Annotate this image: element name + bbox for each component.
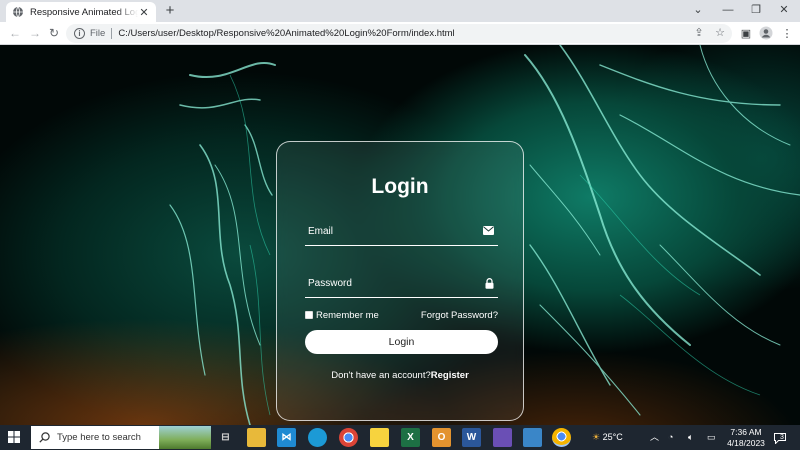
search-icon — [39, 432, 50, 443]
info-icon[interactable]: i — [74, 28, 85, 39]
remember-row: Remember me Forgot Password? — [305, 308, 498, 322]
notification-icon[interactable]: 3 — [774, 431, 788, 445]
excel-icon[interactable]: X — [401, 428, 420, 447]
network-icon[interactable]: ◔ — [668, 425, 673, 450]
forgot-password-link[interactable]: Forgot Password? — [421, 310, 498, 321]
register-prompt-text: Don't have an account? — [331, 370, 431, 381]
chrome-active-icon[interactable] — [552, 428, 571, 447]
clock-date: 4/18/2023 — [727, 437, 765, 448]
task-view-icon[interactable]: ⊟ — [216, 428, 235, 447]
email-input[interactable] — [305, 218, 475, 244]
login-title: Login — [371, 175, 429, 198]
browser-tab[interactable]: Responsive Animated Login Form ✕ — [6, 2, 156, 22]
checkbox-box[interactable] — [305, 311, 313, 319]
weather-widget[interactable]: ☀ 25°C — [592, 425, 640, 450]
password-field[interactable] — [305, 270, 498, 298]
outlook-icon[interactable]: O — [432, 428, 451, 447]
chrome-icon[interactable] — [339, 428, 358, 447]
weather-temp: 25°C — [602, 432, 623, 442]
login-button[interactable]: Login — [305, 330, 498, 354]
url-separator — [111, 28, 113, 39]
taskbar: Type here to search ⊟ ⋈ X O W ☀ 25°C ︿ ◔… — [0, 425, 800, 450]
address-bar[interactable]: i File C:/Users/user/Desktop/Responsive%… — [66, 24, 732, 43]
taskbar-search-box[interactable]: Type here to search — [31, 426, 211, 449]
photos-icon[interactable] — [523, 428, 542, 447]
lock-icon — [485, 278, 494, 289]
system-clock[interactable]: 7:36 AM 4/18/2023 — [722, 427, 770, 448]
register-link[interactable]: Register — [431, 370, 469, 381]
register-prompt: Don't have an account?Register — [277, 370, 523, 381]
bookmark-star-icon[interactable]: ☆ — [711, 24, 729, 43]
volume-icon[interactable]: 🔈︎ — [688, 425, 693, 450]
profile-avatar-icon[interactable] — [758, 26, 774, 42]
battery-icon[interactable]: ▭ — [707, 425, 716, 450]
page-background: Login Remember me Forgot Password? Login — [0, 45, 800, 425]
back-icon[interactable]: ← — [6, 25, 24, 42]
sticky-notes-icon[interactable] — [370, 428, 389, 447]
search-placeholder: Type here to search — [57, 432, 141, 443]
password-input[interactable] — [305, 270, 475, 296]
vscode-icon[interactable]: ⋈ — [277, 428, 296, 447]
mail-icon — [483, 226, 494, 235]
url-scheme: File — [90, 28, 106, 39]
globe-icon — [13, 6, 23, 18]
side-panel-icon[interactable]: ▣ — [738, 26, 754, 42]
tab-search-icon[interactable]: ⌄ — [684, 0, 712, 20]
search-highlight-image — [159, 426, 211, 449]
clock-time: 7:36 AM — [730, 427, 762, 437]
edge-icon[interactable] — [308, 428, 327, 447]
reload-icon[interactable]: ↻ — [45, 25, 63, 42]
tab-close-icon[interactable]: ✕ — [138, 6, 150, 19]
remember-me-checkbox[interactable]: Remember me — [305, 310, 379, 321]
browser-tabstrip: Responsive Animated Login Form ✕ + ⌄ — ❐… — [0, 0, 800, 22]
new-tab-button[interactable]: + — [162, 2, 178, 20]
weather-icon: ☀ — [592, 432, 601, 442]
windows-start-icon[interactable] — [8, 431, 20, 443]
tab-title: Responsive Animated Login Form — [30, 6, 138, 18]
share-icon[interactable]: ⇪ — [690, 24, 708, 43]
file-explorer-icon[interactable] — [247, 428, 266, 447]
login-card: Login Remember me Forgot Password? Login — [276, 141, 524, 421]
forward-icon[interactable]: → — [26, 25, 44, 42]
browser-toolbar: ← → ↻ i File C:/Users/user/Desktop/Respo… — [0, 22, 800, 45]
url-text[interactable]: C:/Users/user/Desktop/Responsive%20Anima… — [118, 28, 454, 39]
minimize-icon[interactable]: — — [714, 0, 742, 20]
close-window-icon[interactable]: ✕ — [770, 0, 798, 20]
feather-app-icon[interactable] — [493, 428, 512, 447]
notification-count: 3 — [780, 434, 784, 441]
word-icon[interactable]: W — [462, 428, 481, 447]
restore-icon[interactable]: ❐ — [742, 0, 770, 20]
show-hidden-icons[interactable]: ︿ — [650, 425, 659, 450]
remember-me-label: Remember me — [316, 309, 379, 321]
email-field[interactable] — [305, 218, 498, 246]
menu-kebab-icon[interactable]: ⋮ — [779, 26, 795, 42]
